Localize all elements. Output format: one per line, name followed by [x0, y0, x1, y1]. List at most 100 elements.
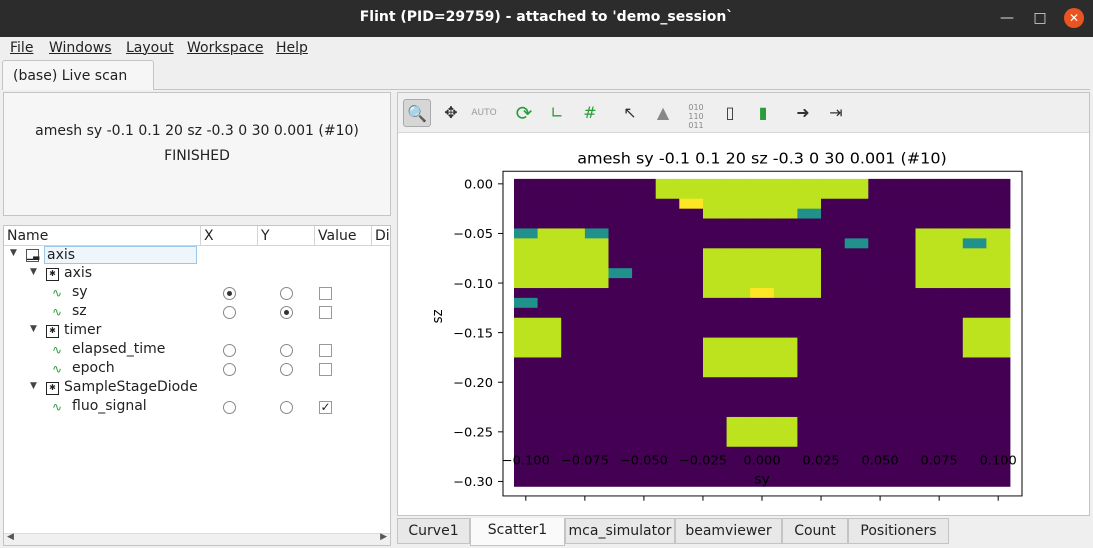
column-x[interactable]: X: [201, 226, 258, 246]
column-display[interactable]: Di:: [372, 226, 390, 246]
tab-beamviewer[interactable]: beamviewer: [675, 518, 782, 544]
heatmap-cell: [797, 347, 822, 358]
tab-live-scan[interactable]: (base) Live scan: [2, 60, 154, 90]
close-icon[interactable]: ✕: [1064, 8, 1084, 28]
menu-layout[interactable]: Layout: [126, 40, 174, 56]
tree-row-timer[interactable]: ▼ ✱ timer: [4, 322, 390, 341]
axis-icon[interactable]: ∟: [543, 99, 571, 127]
pan-icon[interactable]: ✥: [437, 99, 465, 127]
heatmap-cell: [608, 238, 633, 249]
value-checkbox[interactable]: [319, 306, 332, 319]
menu-help[interactable]: Help: [276, 40, 308, 56]
heatmap-cell: [514, 288, 538, 299]
heatmap-cell: [655, 188, 680, 200]
colorbar-icon[interactable]: ▮: [749, 99, 777, 127]
tree-row-elapsed-time[interactable]: ∿ elapsed_time: [4, 341, 390, 360]
heatmap-cell: [821, 367, 845, 378]
heatmap-cell: [915, 188, 940, 200]
menu-workspace[interactable]: Workspace: [187, 40, 264, 56]
heatmap-cell: [821, 476, 845, 487]
value-checkbox[interactable]: [319, 344, 332, 357]
y-axis-radio[interactable]: [280, 287, 293, 300]
heatmap-cell: [726, 297, 751, 309]
y-axis-radio[interactable]: [280, 363, 293, 376]
expand-arrow-icon[interactable]: ▼: [30, 381, 37, 391]
heatmap-cell: [726, 387, 751, 398]
column-y[interactable]: Y: [258, 226, 315, 246]
heatmap-cell: [915, 228, 940, 239]
tree-row-sy[interactable]: ∿ sy: [4, 284, 390, 303]
heatmap-cell: [986, 278, 1011, 289]
y-tick-label: −0.25: [453, 425, 493, 440]
column-value[interactable]: Value: [315, 226, 372, 246]
value-checkbox[interactable]: ✓: [319, 401, 332, 414]
grid-icon[interactable]: #: [576, 99, 604, 127]
heatmap-cell: [561, 407, 586, 418]
value-checkbox[interactable]: [319, 363, 332, 376]
expand-arrow-icon[interactable]: ▼: [30, 267, 37, 277]
zoom-icon[interactable]: 🔍: [403, 99, 431, 127]
x-axis-radio[interactable]: [223, 363, 236, 376]
crosshair-icon[interactable]: ↖: [616, 99, 644, 127]
import-icon[interactable]: ⇥: [822, 99, 850, 127]
heatmap-cell: [797, 337, 822, 348]
histogram-icon[interactable]: ▲: [649, 99, 677, 127]
colormap-icon[interactable]: ▯: [716, 99, 744, 127]
tab-positioners[interactable]: Positioners: [848, 518, 949, 544]
plot-toolbar: 🔍 ✥ AUTO ⟳ ∟ # ↖ ▲ 010 110 011 ▯ ▮ ➜ ⇥: [398, 93, 1089, 133]
tab-scatter1[interactable]: Scatter1: [470, 518, 565, 546]
heatmap-cell: [939, 297, 964, 309]
heatmap-cell: [844, 387, 869, 398]
heatmap-cell: [986, 337, 1011, 348]
tab-count[interactable]: Count: [782, 518, 848, 544]
y-tick-label: −0.10: [453, 276, 493, 291]
heatmap-cell: [608, 347, 633, 358]
expand-arrow-icon[interactable]: ▼: [10, 248, 17, 258]
minimize-icon[interactable]: —: [997, 8, 1017, 28]
heatmap-cell: [844, 278, 869, 289]
y-axis-radio[interactable]: [280, 401, 293, 414]
heatmap-cell: [797, 367, 822, 378]
x-axis-radio[interactable]: [223, 401, 236, 414]
menu-windows[interactable]: Windows: [49, 40, 112, 56]
heatmap-cell: [703, 416, 727, 428]
horizontal-scrollbar[interactable]: ◀ ▶: [4, 532, 390, 545]
heatmap-cell: [868, 218, 893, 229]
maximize-icon[interactable]: □: [1030, 8, 1050, 28]
x-axis-radio[interactable]: [223, 287, 236, 300]
heatmap-cell: [891, 228, 916, 239]
heatmap-cell: [632, 248, 657, 259]
y-axis-radio[interactable]: [280, 344, 293, 357]
tab-curve1[interactable]: Curve1: [397, 518, 470, 544]
heatmap-cell: [584, 248, 609, 259]
menu-file[interactable]: File: [10, 40, 33, 56]
column-name[interactable]: Name: [4, 226, 201, 246]
heatmap-cell: [844, 466, 869, 477]
scroll-right-icon[interactable]: ▶: [380, 532, 387, 542]
export-icon[interactable]: ➜: [789, 99, 817, 127]
y-axis-radio[interactable]: [280, 306, 293, 319]
tree-row-sz[interactable]: ∿ sz: [4, 303, 390, 322]
tree-row-axis[interactable]: ▼ ✱ axis: [4, 265, 390, 284]
x-axis-radio[interactable]: [223, 344, 236, 357]
tab-mca-simulator[interactable]: mca_simulator: [565, 518, 675, 544]
refresh-icon[interactable]: ⟳: [510, 99, 538, 127]
tree-row-axis[interactable]: ▼ ▁▃ axis: [4, 246, 390, 265]
heatmap-cell: [514, 208, 538, 219]
tree-row-fluo-signal[interactable]: ∿ fluo_signal ✓: [4, 398, 390, 417]
binary-icon[interactable]: 010 110 011: [682, 99, 710, 130]
heatmap-cell: [679, 218, 704, 229]
heatmap-cell: [962, 377, 987, 388]
heatmap-cell: [915, 317, 940, 329]
x-axis-radio[interactable]: [223, 306, 236, 319]
autoscale-icon[interactable]: AUTO: [470, 99, 498, 127]
heatmap-cell: [537, 268, 562, 279]
tree-row-epoch[interactable]: ∿ epoch: [4, 360, 390, 379]
scroll-left-icon[interactable]: ◀: [7, 532, 14, 542]
expand-arrow-icon[interactable]: ▼: [30, 324, 37, 334]
heatmap-cell: [703, 377, 727, 388]
heatmap-cell: [821, 397, 845, 408]
value-checkbox[interactable]: [319, 287, 332, 300]
tree-row-samplestagediode[interactable]: ▼ ✱ SampleStageDiode: [4, 379, 390, 398]
heatmap-cell: [537, 258, 562, 269]
